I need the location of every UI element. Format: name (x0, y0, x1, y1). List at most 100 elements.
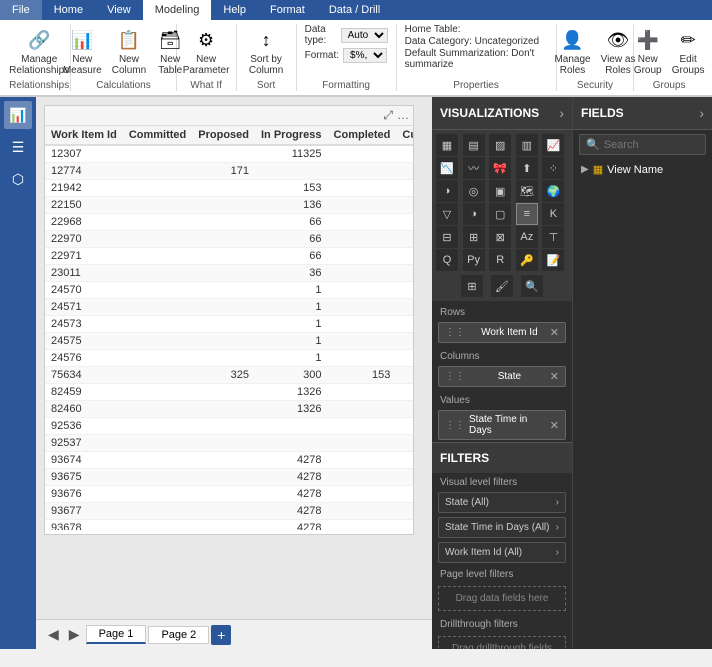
new-measure-label: NewMeasure (63, 54, 102, 76)
table-cell (396, 486, 413, 503)
format-select[interactable]: $%, (343, 48, 387, 63)
edit-groups-label: EditGroups (672, 54, 705, 76)
table-cell: 153 (328, 367, 397, 384)
viz-key-influencers[interactable]: 🔑 (516, 249, 538, 271)
tab-help[interactable]: Help (211, 0, 258, 20)
viz-pie[interactable]: ◑ (436, 180, 458, 202)
page-nav-prev[interactable]: ◀ (44, 626, 63, 643)
page-nav-next[interactable]: ▶ (65, 626, 84, 643)
model-view-icon[interactable]: ⬡ (4, 165, 32, 193)
tab-file[interactable]: File (0, 0, 42, 20)
viz-panel-expand-icon[interactable]: › (559, 105, 564, 121)
viz-fields-icon[interactable]: ⊞ (461, 275, 483, 297)
viz-scatter[interactable]: ⁘ (542, 157, 564, 179)
viz-analytics-icon[interactable]: 🔍 (521, 275, 543, 297)
table-row: 936784278 (45, 520, 413, 531)
ribbon-group-groups: ➕ NewGroup ✏ EditGroups Groups (634, 24, 704, 91)
viz-card[interactable]: ▢ (489, 203, 511, 225)
table-cell (328, 231, 397, 248)
tab-view[interactable]: View (95, 0, 143, 20)
manage-roles-button[interactable]: 👤 ManageRoles (550, 24, 594, 78)
viz-ribbon[interactable]: 🎀 (489, 157, 511, 179)
fields-panel-expand-icon[interactable]: › (699, 105, 704, 121)
viz-slicer[interactable]: ⊟ (436, 226, 458, 248)
viz-stacked-col[interactable]: ▨ (489, 134, 511, 156)
new-column-button[interactable]: 📋 NewColumn (108, 24, 150, 78)
tab-data-drill[interactable]: Data / Drill (317, 0, 392, 20)
viz-smart-narr[interactable]: 📝 (542, 249, 564, 271)
tab-format[interactable]: Format (258, 0, 317, 20)
row-field-remove-icon[interactable]: ✕ (550, 326, 559, 339)
filter-chip-state[interactable]: State (All) › (438, 492, 566, 513)
table-row: 12774171 (45, 163, 413, 180)
report-view-icon[interactable]: 📊 (4, 101, 32, 129)
more-options-icon[interactable]: … (397, 108, 409, 123)
viz-map[interactable]: 🗺 (516, 180, 538, 202)
table-cell: 153 (255, 180, 328, 197)
table-cell: 22150 (45, 197, 123, 214)
row-field-chip[interactable]: ⋮⋮ Work Item Id ✕ (438, 322, 566, 343)
viz-table[interactable]: ⊞ (463, 226, 485, 248)
viz-r[interactable]: R (489, 249, 511, 271)
viz-clustered-bar[interactable]: ▤ (463, 134, 485, 156)
table-cell (192, 469, 255, 486)
viz-az-map[interactable]: Az (516, 226, 538, 248)
viz-format-icon[interactable]: 🖌 (491, 275, 513, 297)
table-cell: 82460 (45, 401, 123, 418)
row-field-label: Work Item Id (481, 327, 538, 338)
filter-state-expand-icon[interactable]: › (556, 497, 559, 508)
table-cell (328, 520, 397, 531)
val-field-remove-icon[interactable]: ✕ (550, 419, 559, 432)
viz-panel-title: VISUALIZATIONS (440, 106, 539, 120)
viz-line-cluster[interactable]: 〰 (463, 157, 485, 179)
col-field-remove-icon[interactable]: ✕ (550, 370, 559, 383)
filter-work-item-expand-icon[interactable]: › (556, 547, 559, 558)
viz-gauge[interactable]: ◑ (463, 203, 485, 225)
filter-chip-state-time[interactable]: State Time in Days (All) › (438, 517, 566, 538)
table-cell (123, 333, 192, 350)
table-cell: 23011 (45, 265, 123, 282)
viz-multirow-card[interactable]: ≡ (516, 203, 538, 225)
column-field-chip[interactable]: ⋮⋮ State ✕ (438, 366, 566, 387)
viz-decomp-tree[interactable]: ⊤ (542, 226, 564, 248)
viz-qna[interactable]: Q (436, 249, 458, 271)
expand-icon[interactable]: ⤢ (383, 108, 393, 123)
data-type-select[interactable]: Auto (341, 28, 388, 43)
fields-tree-item-view-name[interactable]: ▶ ▦ View Name (573, 159, 712, 180)
fields-search-box[interactable]: 🔍 (579, 134, 706, 155)
fields-panel-header: FIELDS › (573, 97, 712, 130)
viz-donut[interactable]: ◎ (463, 180, 485, 202)
table-cell (328, 418, 397, 435)
viz-kpi[interactable]: K (542, 203, 564, 225)
fields-search-icon: 🔍 (586, 138, 600, 151)
viz-area[interactable]: 📉 (436, 157, 458, 179)
sort-by-column-button[interactable]: ↕ Sort byColumn (245, 24, 287, 78)
filter-state-time-expand-icon[interactable]: › (556, 522, 559, 533)
page-tab-1[interactable]: Page 1 (86, 625, 147, 644)
viz-funnel[interactable]: ▽ (436, 203, 458, 225)
table-cell: 1 (255, 282, 328, 299)
data-view-icon[interactable]: ☰ (4, 133, 32, 161)
value-field-chip[interactable]: ⋮⋮ State Time in Days ✕ (438, 410, 566, 440)
viz-stacked-bar[interactable]: ▦ (436, 134, 458, 156)
viz-panel-header: VISUALIZATIONS › (432, 97, 572, 130)
tab-modeling[interactable]: Modeling (143, 0, 212, 20)
whatif-group-label: What If (190, 80, 222, 91)
filter-chip-work-item-id[interactable]: Work Item Id (All) › (438, 542, 566, 563)
add-page-button[interactable]: + (211, 625, 231, 645)
new-group-button[interactable]: ➕ NewGroup (630, 24, 666, 78)
fields-search-input[interactable] (604, 139, 699, 151)
viz-line[interactable]: 📈 (542, 134, 564, 156)
edit-groups-button[interactable]: ✏ EditGroups (668, 24, 709, 78)
viz-clustered-col[interactable]: ▥ (516, 134, 538, 156)
new-measure-button[interactable]: 📊 NewMeasure (59, 24, 106, 78)
page-tab-2[interactable]: Page 2 (148, 626, 209, 644)
new-parameter-button[interactable]: ⚙ NewParameter (179, 24, 234, 78)
viz-waterfall[interactable]: ⬆ (516, 157, 538, 179)
viz-py[interactable]: Py (463, 249, 485, 271)
viz-filled-map[interactable]: 🌍 (542, 180, 564, 202)
val-field-label: State Time in Days (469, 414, 550, 436)
tab-home[interactable]: Home (42, 0, 95, 20)
viz-treemap[interactable]: ▣ (489, 180, 511, 202)
viz-matrix[interactable]: ⊠ (489, 226, 511, 248)
